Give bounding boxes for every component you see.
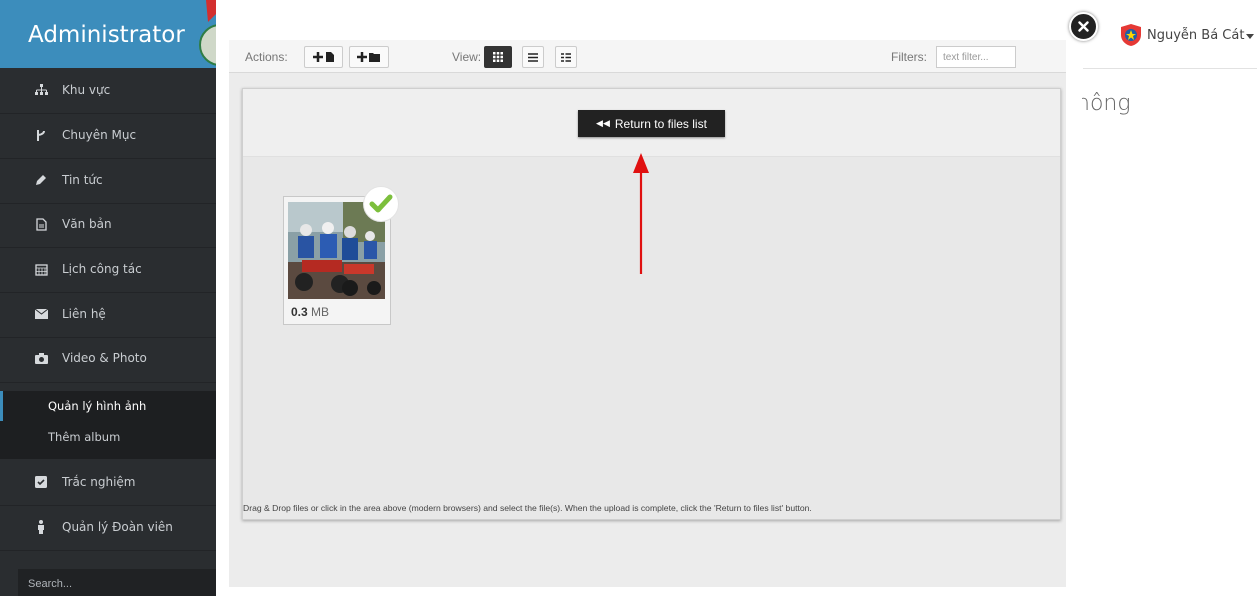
upload-dropzone[interactable]: ◀◀ Return to files list 0.3 MB Drag & Dr…: [242, 88, 1061, 520]
male-icon: [34, 520, 48, 534]
file-size: 0.3 MB: [291, 305, 329, 319]
add-file-button[interactable]: [304, 46, 343, 68]
sidebar-item-trac-nghiem[interactable]: Trắc nghiệm: [0, 461, 216, 506]
filter-placeholder: text filter...: [943, 52, 989, 63]
double-chevron-left-icon: ◀◀: [596, 118, 610, 128]
sidebar-search-input[interactable]: Search...: [18, 569, 216, 596]
sitemap-icon: [34, 83, 48, 97]
sidebar-item-chuyen-muc[interactable]: Chuyên Mục: [0, 114, 216, 159]
file-size-value: 0.3: [291, 305, 308, 319]
brand-header[interactable]: Administrator: [0, 0, 216, 68]
list-view-icon: [528, 52, 538, 62]
close-modal-button[interactable]: [1069, 12, 1098, 41]
file-size-unit: MB: [311, 305, 330, 319]
sidebar-item-label: Liên hệ: [62, 307, 106, 321]
columns-view-icon: [561, 52, 571, 62]
sidebar-item-lien-he[interactable]: Liên hệ: [0, 293, 216, 338]
sidebar-item-label: Lịch công tác: [62, 262, 142, 276]
text-filter-input[interactable]: text filter...: [936, 46, 1016, 68]
sidebar-item-khu-vuc[interactable]: Khu vực: [0, 69, 216, 114]
chevron-down-icon[interactable]: [1246, 34, 1254, 39]
file-manager-toolbar: Actions: View: Filters: text filter...: [229, 40, 1066, 73]
page-header-backdrop: [216, 0, 1083, 22]
sidebar-item-label: Quản lý Đoàn viên: [62, 520, 173, 534]
return-to-files-list-button[interactable]: ◀◀ Return to files list: [578, 110, 725, 137]
envelope-icon: [34, 307, 48, 321]
view-thumbnails-button[interactable]: [484, 46, 512, 68]
sidebar-item-label: Video & Photo: [62, 351, 147, 365]
check-square-icon: [34, 475, 48, 489]
sidebar-item-tin-tuc[interactable]: Tin tức: [0, 159, 216, 204]
view-columns-button[interactable]: [555, 46, 577, 68]
sidebar-item-label: Chuyên Mục: [62, 128, 137, 142]
file-manager-modal: Actions: View: Filters: text filter... ◀…: [216, 22, 1082, 596]
sidebar: Administrator Khu vực Chuyên Mục Tin tức…: [0, 0, 219, 596]
grid-view-icon: [493, 52, 503, 62]
sidebar-item-label: Trắc nghiệm: [62, 475, 136, 489]
upload-header: ◀◀ Return to files list: [243, 89, 1060, 157]
filters-label: Filters:: [891, 50, 927, 64]
add-folder-button[interactable]: [349, 46, 389, 68]
sidebar-subitem-label: Thêm album: [48, 430, 121, 444]
return-button-label: Return to files list: [614, 116, 707, 131]
sidebar-item-van-ban[interactable]: Văn bản: [0, 203, 216, 248]
pencil-icon: [34, 173, 48, 187]
checkmark-icon: [369, 194, 393, 213]
logo-icon: [199, 0, 216, 66]
red-arrow-annotation: [633, 153, 649, 274]
sidebar-item-video-photo[interactable]: Video & Photo: [0, 337, 216, 383]
file-text-icon: [34, 217, 48, 231]
sidebar-subitem-them-album[interactable]: Thêm album: [0, 421, 216, 459]
actions-label: Actions:: [245, 50, 288, 64]
app-title: Administrator: [28, 22, 185, 48]
calendar-icon: [34, 262, 48, 276]
view-list-button[interactable]: [522, 46, 544, 68]
upload-success-badge: [363, 186, 399, 222]
user-avatar-icon[interactable]: [1119, 23, 1143, 47]
search-placeholder: Search...: [28, 578, 73, 590]
sidebar-subitem-label: Quản lý hình ảnh: [48, 399, 147, 413]
background-page-heading: hông: [1076, 91, 1131, 116]
close-icon: [1078, 21, 1089, 32]
upload-instructions: Drag & Drop files or click in the area a…: [243, 503, 812, 513]
code-fork-icon: [34, 128, 48, 142]
add-folder-icon: [357, 52, 380, 62]
file-manager-panel: Actions: View: Filters: text filter... ◀…: [229, 40, 1066, 587]
camera-icon: [34, 351, 48, 365]
view-label: View:: [452, 50, 482, 64]
user-name[interactable]: Nguyễn Bá Cát: [1147, 28, 1244, 43]
sidebar-subitem-quan-ly-hinh-anh[interactable]: Quản lý hình ảnh: [0, 391, 219, 421]
sidebar-item-label: Tin tức: [62, 173, 103, 187]
add-file-icon: [312, 52, 334, 62]
sidebar-item-label: Khu vực: [62, 83, 111, 97]
sidebar-item-quan-ly-doan-vien[interactable]: Quản lý Đoàn viên: [0, 506, 216, 551]
sidebar-item-lich-cong-tac[interactable]: Lịch công tác: [0, 248, 216, 293]
sidebar-item-label: Văn bản: [62, 217, 112, 231]
